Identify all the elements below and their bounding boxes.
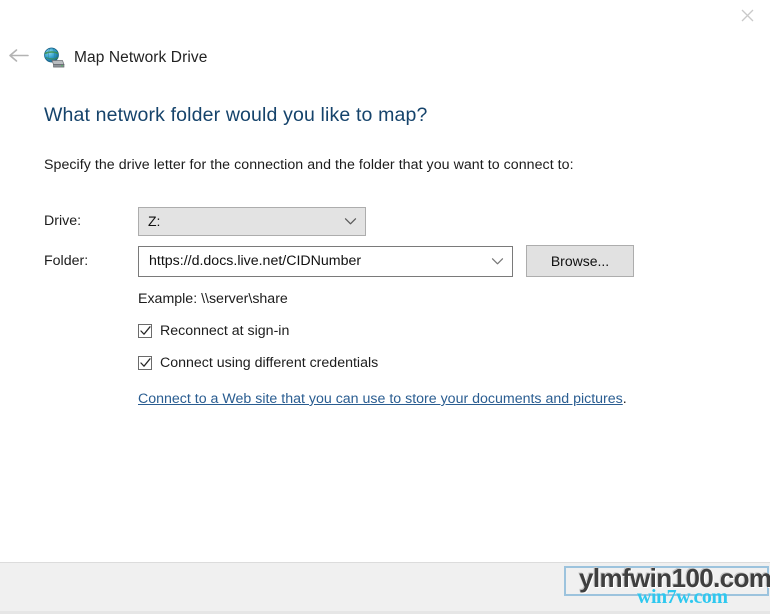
page-description: Specify the drive letter for the connect… xyxy=(44,157,574,173)
back-button[interactable] xyxy=(2,43,36,73)
reconnect-checkbox-label: Reconnect at sign-in xyxy=(160,323,290,339)
browse-button[interactable]: Browse... xyxy=(526,245,634,277)
example-text: Example: \\server\share xyxy=(138,291,288,307)
window-title: Map Network Drive xyxy=(74,49,208,66)
chevron-down-icon[interactable] xyxy=(489,253,506,270)
form-area: Drive: Z: Folder: https://d.docs.live.ne… xyxy=(44,204,730,407)
main-content: What network folder would you like to ma… xyxy=(0,96,770,562)
folder-input-value: https://d.docs.live.net/CIDNumber xyxy=(149,253,362,269)
reconnect-checkbox[interactable] xyxy=(138,324,152,338)
folder-label: Folder: xyxy=(44,253,89,269)
footer-bar xyxy=(0,562,770,614)
navigation-row: Map Network Drive xyxy=(0,42,770,74)
drive-label: Drive: xyxy=(44,213,82,229)
close-icon xyxy=(741,9,754,22)
close-button[interactable] xyxy=(724,0,770,30)
folder-row: Folder: https://d.docs.live.net/CIDNumbe… xyxy=(44,244,730,278)
map-network-drive-icon xyxy=(43,47,65,69)
drive-select-value: Z: xyxy=(148,213,161,229)
credentials-checkbox-row[interactable]: Connect using different credentials xyxy=(138,355,730,371)
back-arrow-icon xyxy=(8,47,30,69)
drive-select[interactable]: Z: xyxy=(138,206,366,236)
reconnect-checkbox-row[interactable]: Reconnect at sign-in xyxy=(138,323,730,339)
link-trailing-period: . xyxy=(622,391,627,407)
page-title: What network folder would you like to ma… xyxy=(44,104,428,126)
folder-options: Example: \\server\share Reconnect at sig… xyxy=(138,291,730,407)
credentials-checkbox[interactable] xyxy=(138,356,152,370)
drive-row: Drive: Z: xyxy=(44,204,730,238)
credentials-checkbox-label: Connect using different credentials xyxy=(160,355,379,371)
title-bar xyxy=(0,0,770,32)
chevron-down-icon xyxy=(342,213,359,230)
folder-input[interactable]: https://d.docs.live.net/CIDNumber xyxy=(138,245,513,277)
connect-web-site-link[interactable]: Connect to a Web site that you can use t… xyxy=(138,391,623,407)
web-site-link-row: Connect to a Web site that you can use t… xyxy=(138,391,730,407)
